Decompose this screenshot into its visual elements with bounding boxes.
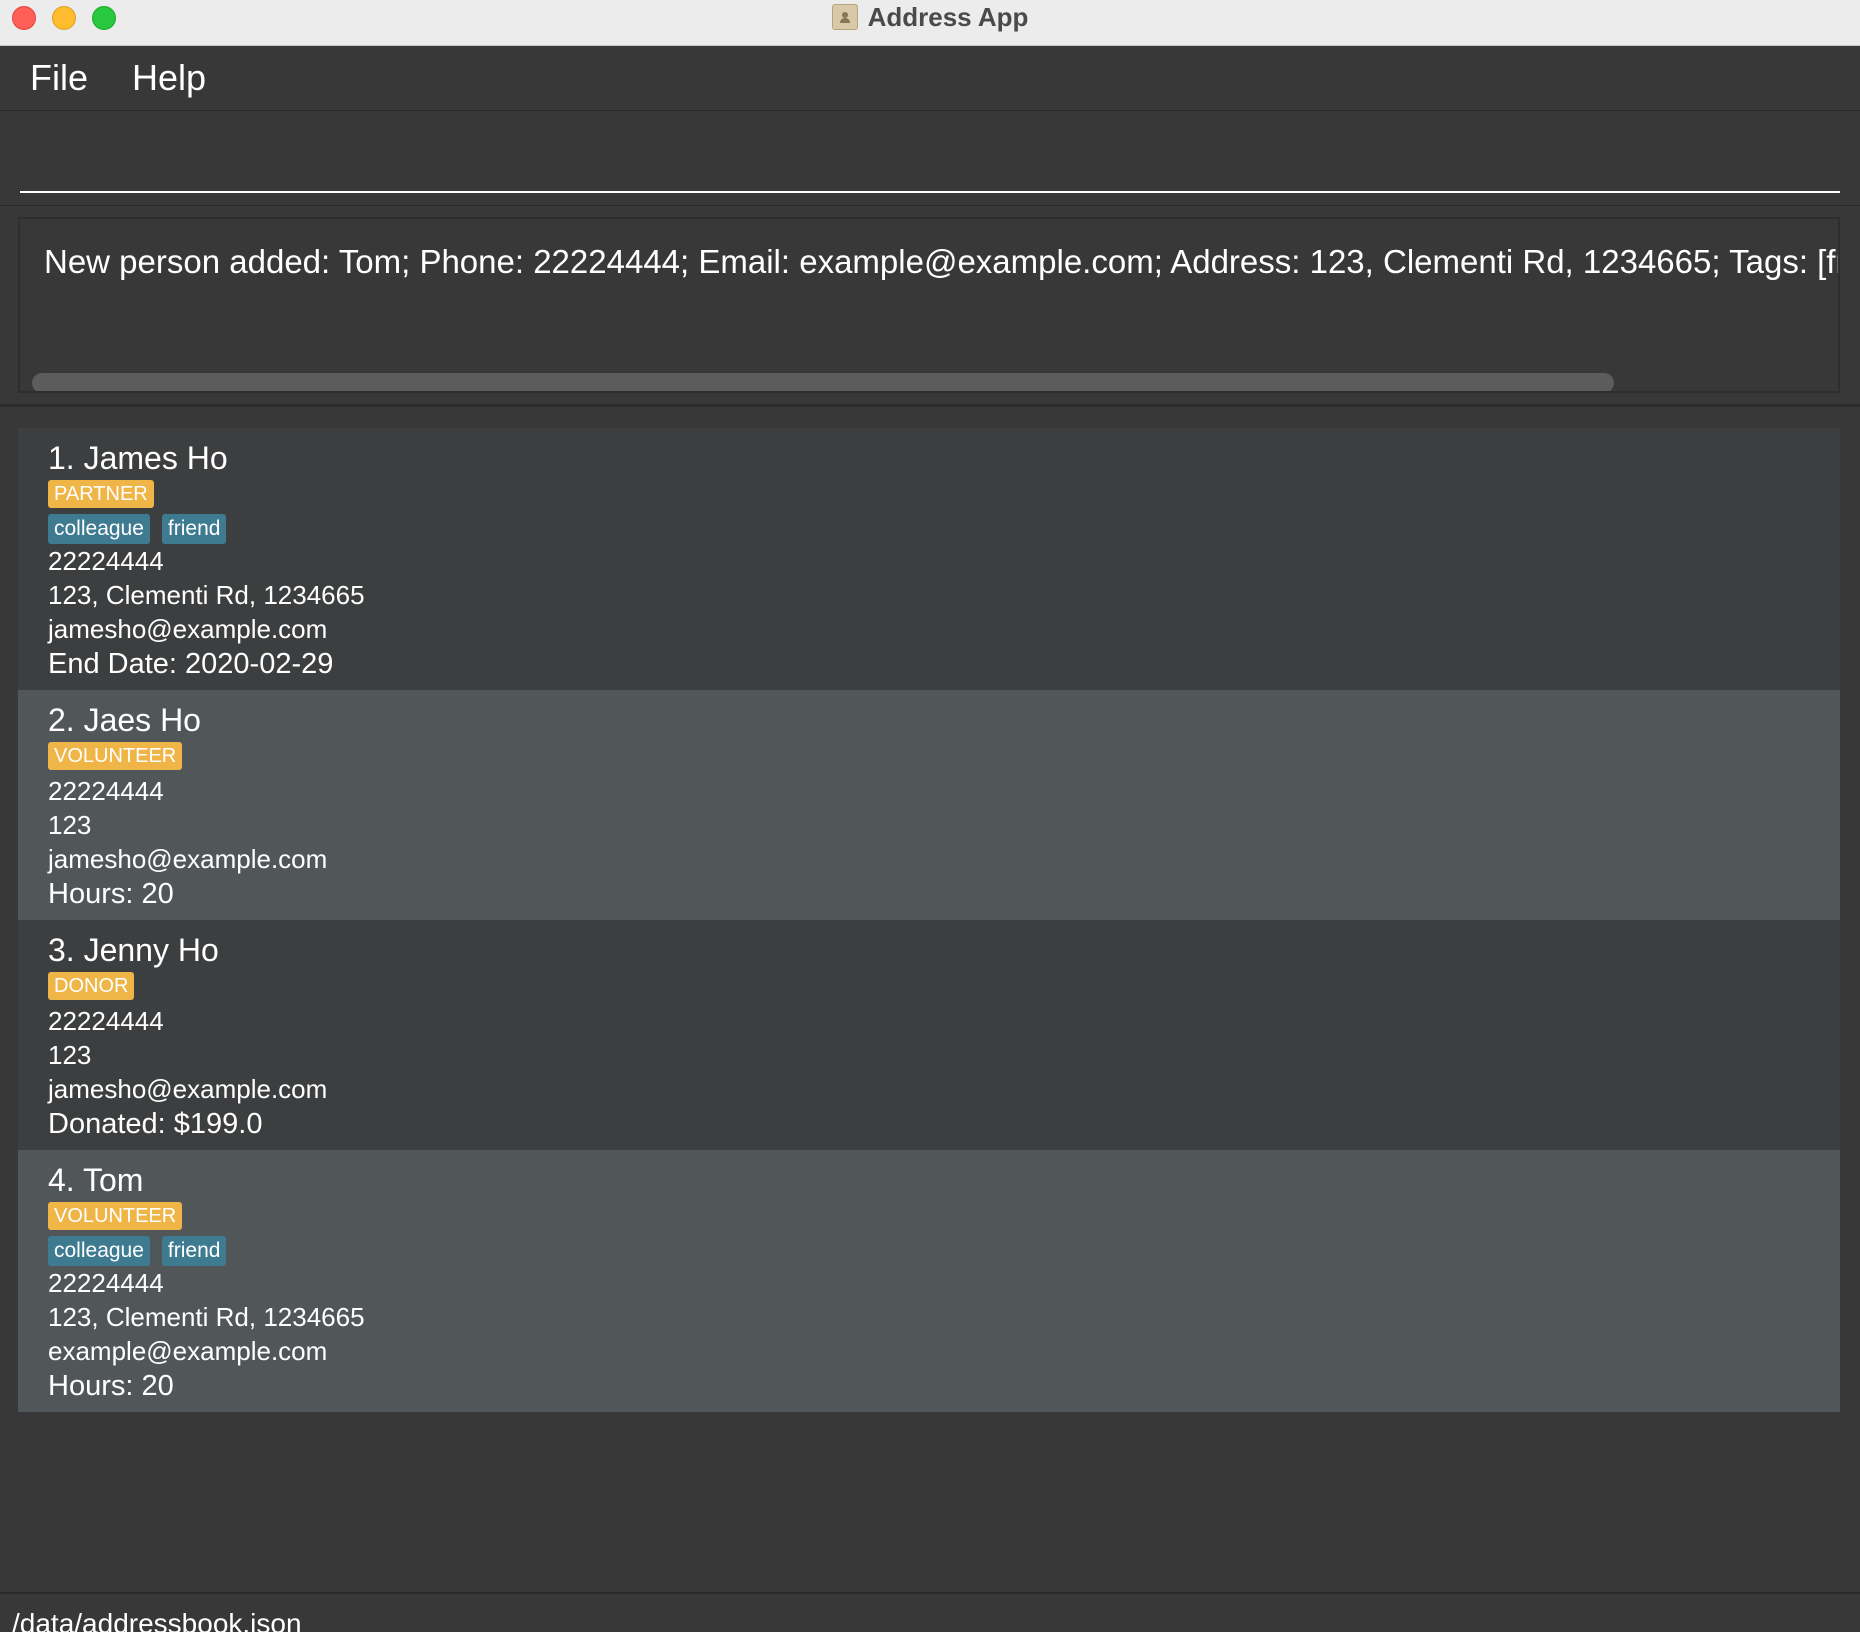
person-phone: 22224444 bbox=[48, 1268, 164, 1298]
role-badge: PARTNER bbox=[48, 480, 154, 508]
person-email: jamesho@example.com bbox=[48, 614, 328, 644]
person-address: 123 bbox=[48, 810, 92, 840]
tag: colleague bbox=[48, 1236, 150, 1266]
tag: friend bbox=[161, 514, 227, 544]
role-badge: VOLUNTEER bbox=[48, 742, 183, 770]
status-bar: /data/addressbook.json bbox=[0, 1592, 1860, 1632]
window-title-group: Address App bbox=[0, 0, 1860, 34]
person-list: 1. James Ho PARTNER colleague friend 222… bbox=[18, 428, 1840, 1412]
role-badge: VOLUNTEER bbox=[48, 1202, 183, 1230]
menu-file[interactable]: File bbox=[30, 57, 88, 99]
person-name: 3. Jenny Ho bbox=[48, 932, 219, 968]
result-display[interactable]: New person added: Tom; Phone: 22224444; … bbox=[18, 217, 1840, 393]
person-address: 123, Clementi Rd, 1234665 bbox=[48, 580, 365, 610]
save-location-path: /data/addressbook.json bbox=[12, 1608, 302, 1632]
person-name: 1. James Ho bbox=[48, 440, 228, 476]
person-extra-info: End Date: 2020-02-29 bbox=[48, 648, 334, 680]
tag-list: colleague friend bbox=[48, 1236, 1840, 1266]
menu-bar: File Help bbox=[0, 46, 1860, 111]
window-title: Address App bbox=[867, 1, 1029, 32]
person-phone: 22224444 bbox=[48, 1006, 164, 1036]
person-email: example@example.com bbox=[48, 1336, 328, 1366]
person-name: 2. Jaes Ho bbox=[48, 702, 201, 738]
person-extra-info: Hours: 20 bbox=[48, 1370, 174, 1402]
person-email: jamesho@example.com bbox=[48, 1074, 328, 1104]
person-extra-info: Donated: $199.0 bbox=[48, 1108, 263, 1140]
horizontal-scrollbar[interactable] bbox=[32, 373, 1614, 391]
title-bar: Address App bbox=[0, 0, 1860, 46]
result-message: New person added: Tom; Phone: 22224444; … bbox=[44, 243, 1840, 280]
person-card[interactable]: 3. Jenny Ho DONOR 22224444 123 jamesho@e… bbox=[18, 920, 1840, 1150]
person-name: 4. Tom bbox=[48, 1162, 144, 1198]
person-card[interactable]: 2. Jaes Ho VOLUNTEER 22224444 123 jamesh… bbox=[18, 690, 1840, 920]
person-extra-info: Hours: 20 bbox=[48, 878, 174, 910]
person-card[interactable]: 1. James Ho PARTNER colleague friend 222… bbox=[18, 428, 1840, 690]
command-input[interactable] bbox=[20, 129, 1840, 193]
command-box-area bbox=[0, 111, 1860, 206]
person-list-pane: 1. James Ho PARTNER colleague friend 222… bbox=[0, 410, 1860, 1592]
person-card[interactable]: 4. Tom VOLUNTEER colleague friend 222244… bbox=[18, 1150, 1840, 1412]
tag: colleague bbox=[48, 514, 150, 544]
result-display-pane: New person added: Tom; Phone: 22224444; … bbox=[0, 207, 1860, 407]
person-address: 123 bbox=[48, 1040, 92, 1070]
tag: friend bbox=[161, 1236, 227, 1266]
person-email: jamesho@example.com bbox=[48, 844, 328, 874]
menu-help[interactable]: Help bbox=[132, 57, 206, 99]
role-badge: DONOR bbox=[48, 972, 135, 1000]
person-phone: 22224444 bbox=[48, 776, 164, 806]
tag-list: colleague friend bbox=[48, 514, 1840, 544]
person-address: 123, Clementi Rd, 1234665 bbox=[48, 1302, 365, 1332]
person-phone: 22224444 bbox=[48, 546, 164, 576]
address-book-icon bbox=[831, 4, 858, 30]
